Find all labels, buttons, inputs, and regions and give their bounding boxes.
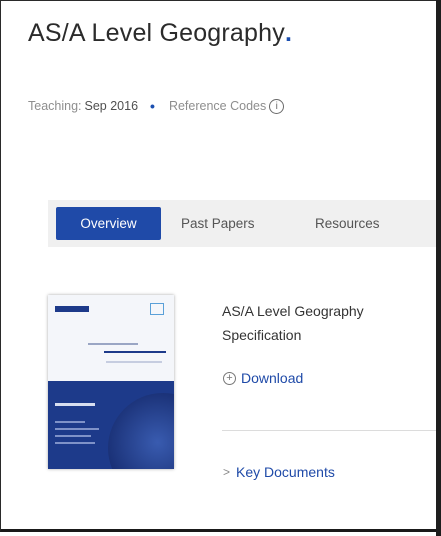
document-title[interactable]: AS/A Level Geography Specification (222, 299, 432, 347)
meta-separator: • (150, 98, 155, 114)
cover-text-line (55, 442, 95, 444)
reference-codes-link[interactable]: Reference Codes (169, 99, 266, 113)
page-title-text: AS/A Level Geography (28, 19, 285, 47)
cover-title-line (88, 343, 138, 345)
cover-title-line (104, 351, 166, 353)
info-icon[interactable]: i (269, 98, 285, 114)
cover-badge (55, 306, 89, 312)
cover-logo-icon (150, 303, 164, 315)
key-documents-label: Key Documents (236, 464, 335, 480)
teaching-label: Teaching: (28, 99, 82, 113)
specification-cover-thumbnail[interactable] (48, 295, 174, 469)
page-title: AS/A Level Geography. (28, 19, 292, 48)
tab-resources[interactable]: Resources (315, 200, 380, 247)
cover-spec-line (55, 403, 95, 406)
plus-circle-icon: + (223, 371, 236, 385)
teaching-value: Sep 2016 (84, 99, 139, 113)
download-link[interactable]: + Download (223, 370, 303, 386)
tab-overview[interactable]: Overview (56, 207, 161, 240)
page-frame: AS/A Level Geography. Teaching: Sep 2016… (0, 0, 436, 532)
cover-text-line (55, 421, 85, 423)
cover-globe-graphic (108, 393, 174, 469)
divider (222, 430, 436, 431)
download-label: Download (241, 370, 304, 386)
key-documents-toggle[interactable]: > Key Documents (223, 464, 335, 480)
right-edge-border (436, 0, 441, 536)
tab-past-papers[interactable]: Past Papers (181, 200, 255, 247)
tab-bar: Overview Past Papers Resources (48, 200, 436, 247)
chevron-right-icon: > (223, 465, 231, 479)
title-dot: . (284, 19, 293, 47)
cover-text-line (55, 435, 91, 437)
meta-row: Teaching: Sep 2016 • Reference Codes i (28, 98, 285, 114)
cover-text-line (55, 428, 99, 430)
cover-subtitle-line (106, 361, 162, 363)
